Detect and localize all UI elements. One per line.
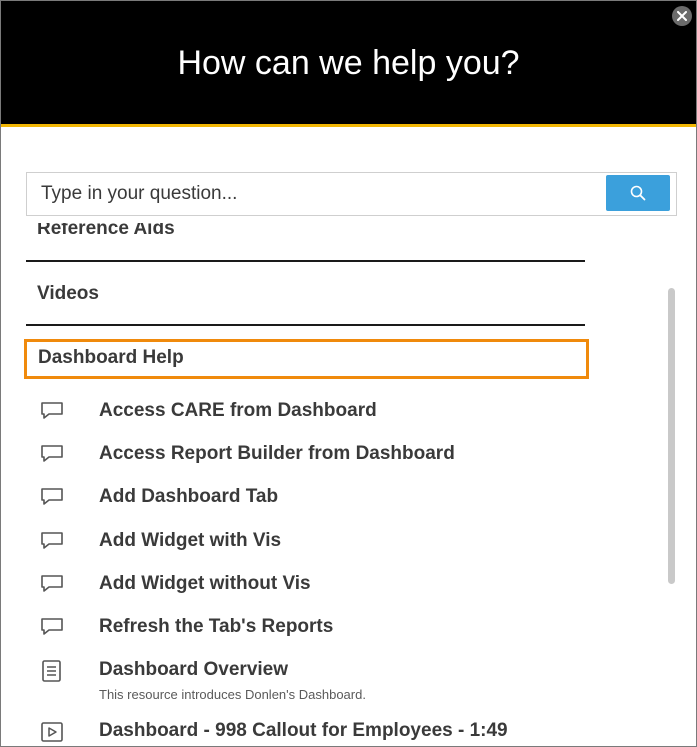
results-list[interactable]: Reference Aids Videos Dashboard Help Acc… bbox=[1, 217, 696, 746]
item-label: Dashboard - 998 Callout for Employees - … bbox=[99, 720, 508, 741]
section-dashboard-help[interactable]: Dashboard Help bbox=[24, 339, 589, 379]
item-label: Add Dashboard Tab bbox=[99, 486, 279, 507]
section-videos[interactable]: Videos bbox=[37, 283, 99, 305]
help-title: How can we help you? bbox=[177, 44, 520, 82]
list-item[interactable]: Access Report Builder from Dashboard bbox=[39, 443, 599, 473]
chat-bubble-icon bbox=[41, 532, 63, 549]
item-label: Refresh the Tab's Reports bbox=[99, 616, 334, 637]
chat-bubble-icon bbox=[41, 445, 63, 462]
list-item[interactable]: Dashboard - 998 Callout for Employees - … bbox=[39, 720, 599, 746]
list-item[interactable]: Add Dashboard Tab bbox=[39, 486, 599, 516]
document-icon bbox=[42, 660, 61, 682]
item-description: This resource introduces Donlen's Dashbo… bbox=[99, 687, 366, 702]
chat-bubble-icon bbox=[41, 618, 63, 635]
search-input[interactable] bbox=[41, 173, 601, 215]
list-item[interactable]: Dashboard Overview This resource introdu… bbox=[39, 659, 599, 705]
help-header: How can we help you? bbox=[1, 1, 696, 127]
divider bbox=[26, 260, 585, 262]
close-button[interactable] bbox=[672, 6, 692, 26]
list-item[interactable]: Add Widget with Vis bbox=[39, 530, 599, 560]
chat-bubble-icon bbox=[41, 402, 63, 419]
item-label: Access Report Builder from Dashboard bbox=[99, 443, 455, 464]
section-label: Dashboard Help bbox=[38, 347, 184, 368]
search-button[interactable] bbox=[606, 175, 670, 211]
list-item[interactable]: Add Widget without Vis bbox=[39, 573, 599, 603]
divider bbox=[26, 324, 585, 326]
section-reference-aids[interactable]: Reference Aids bbox=[37, 223, 175, 240]
item-label: Access CARE from Dashboard bbox=[99, 400, 377, 421]
scrollbar-thumb[interactable] bbox=[668, 288, 675, 584]
close-icon bbox=[677, 11, 687, 21]
search-icon bbox=[630, 185, 646, 201]
help-dialog: How can we help you? Reference Aids Vide… bbox=[0, 0, 697, 747]
chat-bubble-icon bbox=[41, 488, 63, 505]
search-box bbox=[26, 172, 677, 216]
chat-bubble-icon bbox=[41, 575, 63, 592]
video-play-icon bbox=[41, 722, 63, 742]
list-item[interactable]: Access CARE from Dashboard bbox=[39, 400, 599, 430]
item-label: Add Widget without Vis bbox=[99, 573, 311, 594]
item-label: Dashboard Overview bbox=[99, 659, 289, 680]
list-item[interactable]: Refresh the Tab's Reports bbox=[39, 616, 599, 646]
item-label: Add Widget with Vis bbox=[99, 530, 282, 551]
